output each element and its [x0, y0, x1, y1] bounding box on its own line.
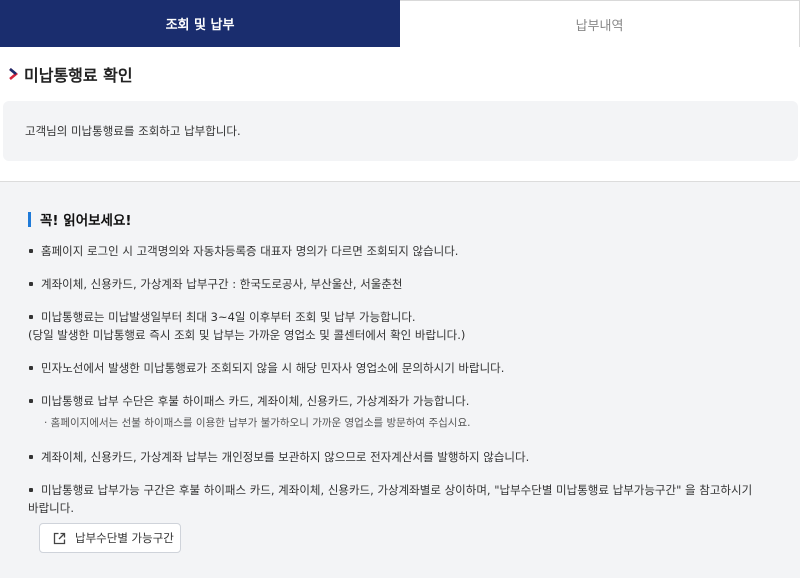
tab-payment-history[interactable]: 납부내역 — [400, 0, 800, 47]
notice-sub-note: · 홈페이지에서는 선불 하이패스를 이용한 납부가 불가하오니 가까운 영업소… — [44, 417, 471, 429]
page-title: 미납통행료 확인 — [24, 66, 133, 85]
notice-item-text: 계좌이체, 신용카드, 가상계좌 납부는 개인정보를 보관하지 않으므로 전자계… — [41, 450, 530, 464]
notice-item-text: 홈페이지 로그인 시 고객명의와 자동차등록증 대표자 명의가 다르면 조회되지… — [41, 244, 459, 258]
notice-item-text: 계좌이체, 신용카드, 가상계좌 납부구간 : 한국도로공사, 부산울산, 서울… — [41, 277, 403, 291]
notice-item-inquiry-timing: 미납통행료는 미납발생일부터 최대 3~4일 이후부터 조회 및 납부 가능합니… — [28, 308, 788, 344]
notice-bar-marker — [28, 211, 31, 227]
notice-item-text-line2: (당일 발생한 미납통행료 즉시 조회 및 납부는 가까운 영업소 및 콜센터에… — [28, 328, 466, 342]
notice-item-no-invoice: 계좌이체, 신용카드, 가상계좌 납부는 개인정보를 보관하지 않으므로 전자계… — [28, 448, 788, 466]
external-link-icon — [53, 532, 66, 544]
chevron-right-icon — [9, 68, 19, 80]
tab-bar: 조회 및 납부 납부내역 — [0, 0, 800, 47]
notice-item-text: 민자노선에서 발생한 미납통행료가 조회되지 않을 시 해당 민자사 영업소에 … — [41, 361, 505, 375]
notice-item-payment-methods: 미납통행료 납부 수단은 후불 하이패스 카드, 계좌이체, 신용카드, 가상계… — [28, 392, 788, 410]
notice-heading: 꼭! 읽어보세요! — [28, 210, 132, 229]
notice-item-sections: 계좌이체, 신용카드, 가상계좌 납부구간 : 한국도로공사, 부산울산, 서울… — [28, 275, 788, 293]
notice-item-text: 미납통행료는 미납발생일부터 최대 3~4일 이후부터 조회 및 납부 가능합니… — [41, 310, 416, 324]
notice-item-private-roads: 민자노선에서 발생한 미납통행료가 조회되지 않을 시 해당 민자사 영업소에 … — [28, 359, 788, 377]
payable-sections-guide-button[interactable]: 납부수단별 가능구간 — [39, 523, 181, 553]
notice-item-text-line2: 바랍니다. — [28, 501, 74, 515]
notice-item-login: 홈페이지 로그인 시 고객명의와 자동차등록증 대표자 명의가 다르면 조회되지… — [28, 242, 788, 260]
section-title: 미납통행료 확인 — [6, 62, 133, 86]
guide-button-label: 납부수단별 가능구간 — [75, 531, 174, 545]
tab-inquiry-payment[interactable]: 조회 및 납부 — [0, 0, 400, 47]
notice-item-text: 미납통행료 납부가능 구간은 후불 하이패스 카드, 계좌이체, 신용카드, 가… — [41, 483, 753, 497]
notice-title: 꼭! 읽어보세요! — [40, 213, 132, 229]
intro-box: 고객님의 미납통행료를 조회하고 납부합니다. — [3, 101, 798, 161]
notice-item-payable-sections: 미납통행료 납부가능 구간은 후불 하이패스 카드, 계좌이체, 신용카드, 가… — [28, 481, 788, 517]
notice-item-text: 미납통행료 납부 수단은 후불 하이패스 카드, 계좌이체, 신용카드, 가상계… — [41, 394, 470, 408]
intro-text: 고객님의 미납통행료를 조회하고 납부합니다. — [25, 124, 241, 138]
notice-panel: 꼭! 읽어보세요! 홈페이지 로그인 시 고객명의와 자동차등록증 대표자 명의… — [0, 181, 800, 578]
